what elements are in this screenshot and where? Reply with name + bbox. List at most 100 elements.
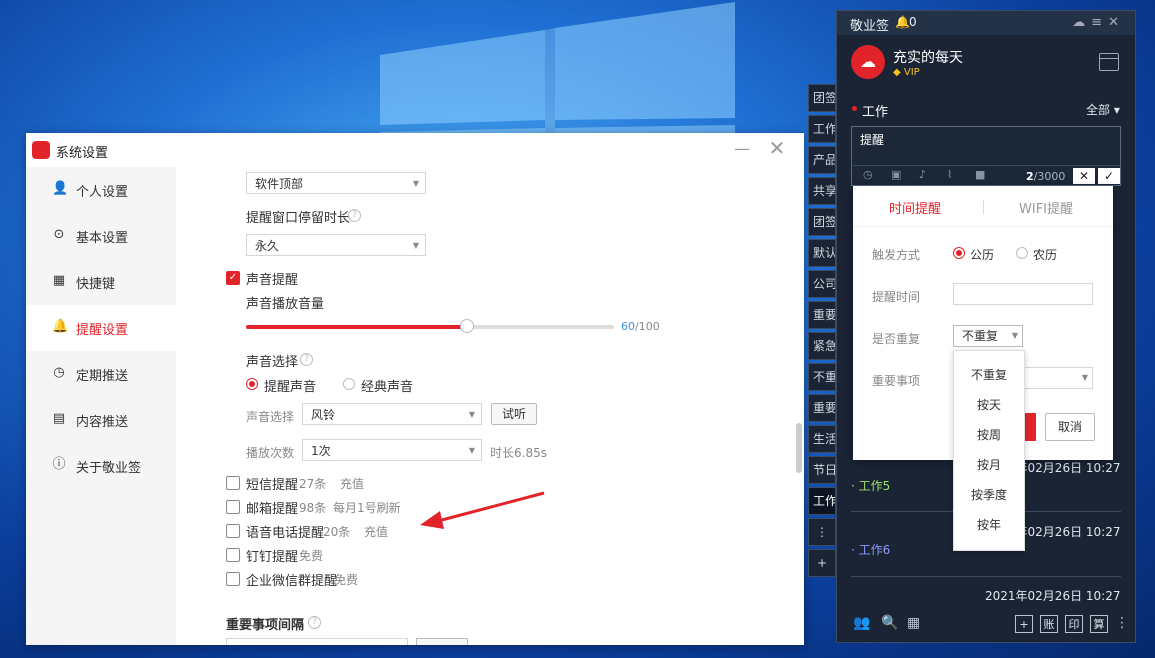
voice-call-recharge-link[interactable]: 充值: [364, 523, 388, 540]
add-category-button[interactable]: +: [808, 549, 836, 577]
volume-value: 60: [621, 320, 635, 333]
menu-item-daily[interactable]: 按天: [954, 390, 1024, 420]
side-tab[interactable]: 团签: [808, 208, 836, 236]
time-input[interactable]: [953, 283, 1093, 305]
side-tab[interactable]: 团签: [808, 84, 836, 112]
more-icon[interactable]: ⋮: [1115, 615, 1129, 631]
dingtalk-checkbox[interactable]: [226, 548, 240, 562]
audio-icon[interactable]: ♪: [919, 168, 926, 181]
sms-count: 27条: [299, 477, 327, 491]
schedule-icon: ◷: [53, 365, 65, 380]
radio-lunar[interactable]: [1016, 247, 1028, 259]
important-label: 重要事项: [872, 374, 921, 388]
save-note-button[interactable]: ✓: [1098, 168, 1120, 184]
filter-dropdown[interactable]: 全部 ▾: [1086, 101, 1120, 118]
important-select[interactable]: ▼: [1023, 367, 1093, 389]
close-button[interactable]: ✕: [768, 138, 786, 158]
nav-content-push[interactable]: ▤ 内容推送: [26, 397, 176, 443]
wecom-checkbox[interactable]: [226, 572, 240, 586]
help-icon[interactable]: ?: [348, 209, 361, 222]
side-tab[interactable]: 节日: [808, 456, 836, 484]
sound-choice-label: 声音选择: [246, 355, 299, 370]
add-note-button[interactable]: +: [1015, 615, 1033, 633]
bell-icon[interactable]: 🔔: [895, 15, 910, 29]
nav-shortcuts[interactable]: ▦ 快捷键: [26, 259, 176, 305]
menu-item-quarterly[interactable]: 按季度: [954, 480, 1024, 510]
image-icon[interactable]: ▣: [891, 168, 901, 181]
help-icon[interactable]: ?: [300, 353, 313, 366]
dingtalk-label: 钉钉提醒: [246, 550, 299, 565]
keyboard-icon: ▦: [52, 273, 66, 288]
cancel-note-button[interactable]: ✕: [1073, 168, 1095, 184]
calculator-button[interactable]: 算: [1090, 615, 1108, 633]
radio-reminder-label: 提醒声音: [264, 380, 317, 395]
side-tab[interactable]: 产品: [808, 146, 836, 174]
tab-time-reminder[interactable]: 时间提醒: [889, 198, 941, 217]
side-tab[interactable]: 生活: [808, 425, 836, 453]
voice-call-checkbox[interactable]: [226, 524, 240, 538]
dwell-select[interactable]: 永久 ▼: [246, 234, 426, 256]
play-count-select[interactable]: 1次 ▼: [302, 439, 482, 461]
user-icon: 👤: [52, 181, 69, 196]
calendar-icon[interactable]: ▦: [907, 615, 920, 631]
nav-personal-settings[interactable]: 👤 个人设置: [26, 167, 176, 213]
side-tab[interactable]: 重要: [808, 394, 836, 422]
radio-reminder-sound[interactable]: [246, 378, 258, 390]
sound-select[interactable]: 风铃 ▼: [302, 403, 482, 425]
sms-checkbox[interactable]: [226, 476, 240, 490]
preview-button[interactable]: 试听: [491, 403, 537, 425]
side-tab-active[interactable]: 工作: [808, 487, 836, 515]
side-tab[interactable]: 公司: [808, 270, 836, 298]
menu-item-weekly[interactable]: 按周: [954, 420, 1024, 450]
bell-icon: 🔔: [52, 319, 69, 334]
nav-reminder-settings[interactable]: 🔔 提醒设置: [26, 305, 176, 351]
sms-label: 短信提醒: [246, 478, 299, 493]
scrollbar[interactable]: [796, 423, 802, 473]
attachment-icon[interactable]: ⌇: [947, 168, 952, 181]
sms-recharge-link[interactable]: 充值: [340, 475, 364, 492]
editor-text: 提醒: [860, 133, 885, 147]
menu-item-monthly[interactable]: 按月: [954, 450, 1024, 480]
format-icon[interactable]: ■: [975, 168, 985, 181]
position-select[interactable]: 软件顶部 ▼: [246, 172, 426, 194]
interval-select[interactable]: [226, 638, 408, 645]
side-tab[interactable]: 不重: [808, 363, 836, 391]
interval-button[interactable]: [416, 638, 468, 645]
nav-basic-settings[interactable]: ⊙ 基本设置: [26, 213, 176, 259]
minimize-button[interactable]: —: [734, 141, 750, 157]
counter-current: 2: [1026, 170, 1034, 183]
side-tab[interactable]: 紧急: [808, 332, 836, 360]
side-tab[interactable]: 共享: [808, 177, 836, 205]
note-app-topbar: 敬业签 🔔 0 ☁≡✕: [837, 11, 1135, 35]
menu-item-yearly[interactable]: 按年: [954, 510, 1024, 540]
window-controls[interactable]: ☁≡✕: [1072, 15, 1125, 30]
volume-slider-track[interactable]: [246, 319, 614, 333]
nav-label: 内容推送: [76, 415, 129, 430]
sound-reminder-checkbox[interactable]: ✓: [226, 271, 240, 285]
menu-item-no-repeat[interactable]: 不重复: [954, 360, 1024, 390]
contacts-icon[interactable]: 👥: [853, 615, 870, 631]
radio-classic-sound[interactable]: [343, 378, 355, 390]
tab-wifi-reminder[interactable]: WIFI提醒: [1019, 198, 1073, 217]
side-tab[interactable]: 工作: [808, 115, 836, 143]
help-icon[interactable]: ?: [308, 616, 321, 629]
side-tab[interactable]: 重要: [808, 301, 836, 329]
nav-about[interactable]: ⓘ 关于敬业签: [26, 443, 176, 489]
category-dot-icon: [852, 106, 857, 111]
radio-solar[interactable]: [953, 247, 965, 259]
search-icon[interactable]: 🔍: [881, 615, 898, 631]
volume-label: 声音播放音量: [246, 297, 325, 312]
more-icon[interactable]: ⋮: [808, 518, 836, 546]
account-button[interactable]: 账: [1040, 615, 1058, 633]
chevron-down-icon: ▼: [468, 446, 475, 455]
volume-slider-thumb[interactable]: [459, 319, 474, 333]
side-tab[interactable]: 默认: [808, 239, 836, 267]
avatar[interactable]: ☁: [851, 45, 885, 79]
clock-icon[interactable]: ◷: [863, 168, 873, 181]
repeat-select[interactable]: 不重复 ▼: [953, 325, 1023, 347]
cancel-button[interactable]: 取消: [1045, 413, 1095, 441]
email-checkbox[interactable]: [226, 500, 240, 514]
calendar-icon[interactable]: [1099, 53, 1119, 71]
nav-scheduled-push[interactable]: ◷ 定期推送: [26, 351, 176, 397]
print-button[interactable]: 印: [1065, 615, 1083, 633]
